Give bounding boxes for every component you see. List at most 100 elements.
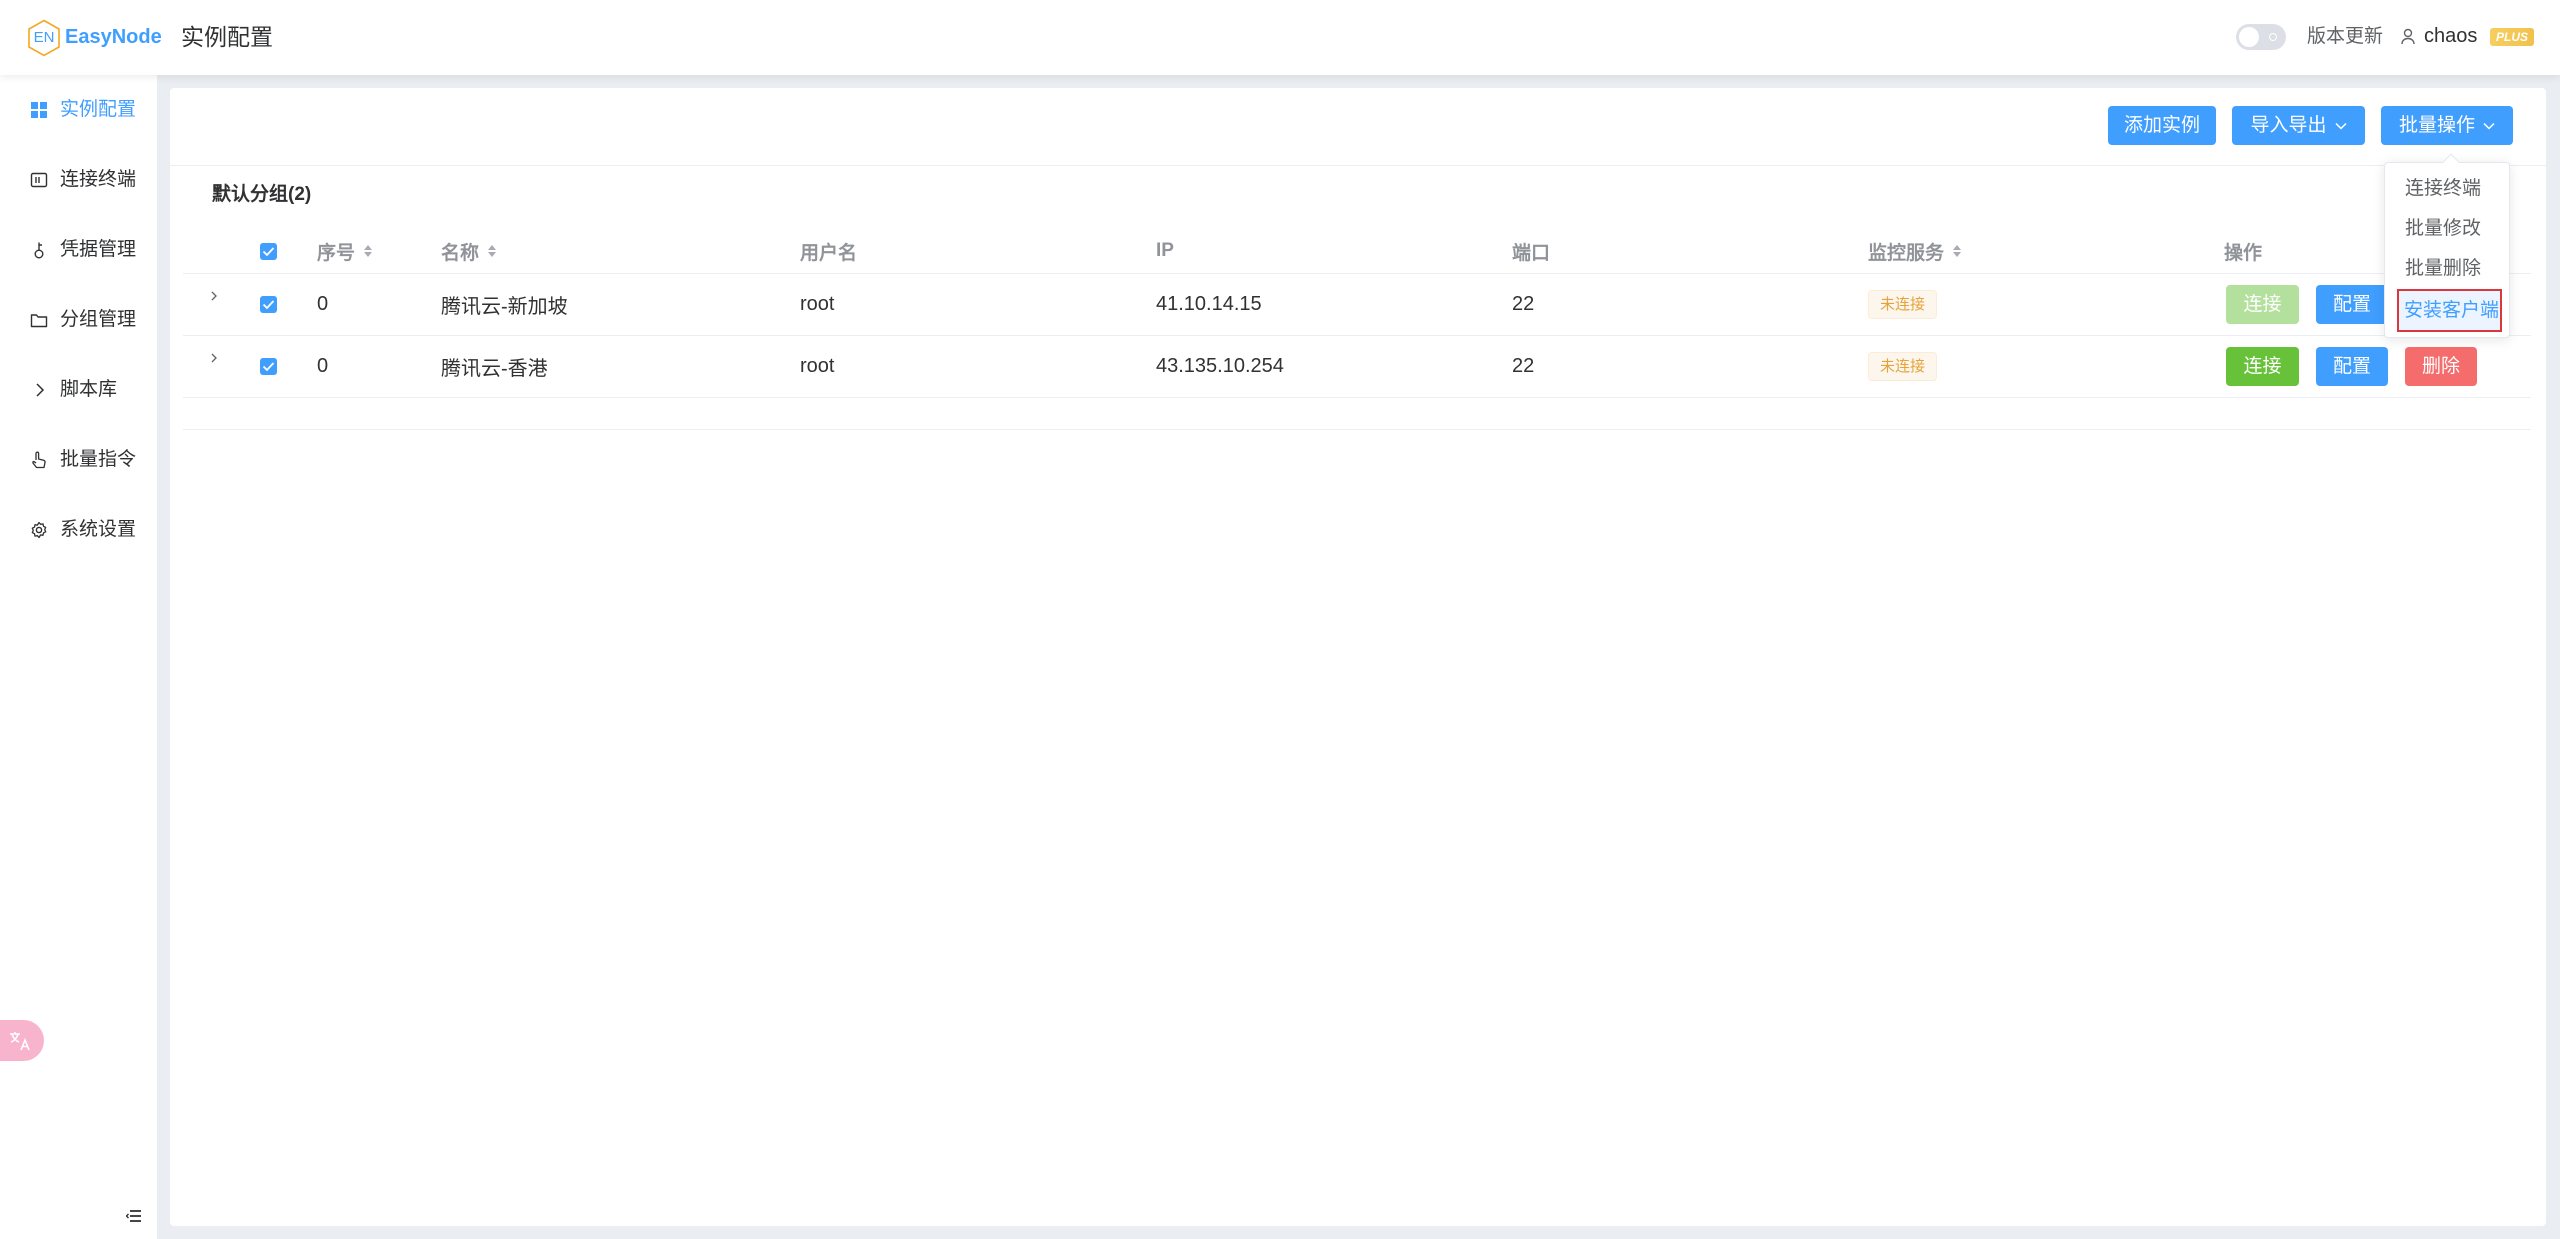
menu-item-connect-terminal[interactable]: 连接终端 — [2385, 169, 2509, 209]
table-header-row: 序号 名称 用户名 IP 端口 监控服务 操作 — [183, 229, 2531, 274]
dropdown-arrow — [2442, 153, 2460, 171]
column-header-name[interactable]: 名称 — [441, 229, 497, 273]
sort-icon[interactable] — [363, 244, 373, 258]
column-header-actions: 操作 — [2224, 229, 2262, 273]
row-username: root — [800, 355, 835, 377]
menu-collapse-icon[interactable] — [126, 1209, 142, 1223]
monitor-status-badge: 未连接 — [1868, 352, 1937, 381]
row-name: 腾讯云-新加坡 — [441, 296, 568, 318]
hand-pointer-icon — [32, 451, 46, 469]
column-label: 端口 — [1512, 242, 1551, 264]
batch-operations-label: 批量操作 — [2398, 115, 2475, 136]
config-button[interactable]: 配置 — [2316, 285, 2388, 324]
gear-icon — [31, 521, 47, 539]
select-all-checkbox[interactable] — [260, 242, 277, 260]
sidebar-item-groups[interactable]: 分组管理 — [0, 285, 157, 355]
moon-icon — [2269, 33, 2277, 41]
row-ip: 43.135.10.254 — [1156, 355, 1284, 377]
instance-table: 序号 名称 用户名 IP 端口 监控服务 操作 0 腾讯云-新加坡 root 4… — [183, 229, 2531, 430]
sidebar-item-label: 分组管理 — [60, 309, 137, 330]
toggle-knob — [2239, 27, 2259, 47]
page-title: 实例配置 — [181, 24, 273, 50]
row-port: 22 — [1512, 293, 1535, 315]
sidebar-item-terminal[interactable]: 连接终端 — [0, 145, 157, 215]
group-divider — [183, 429, 2531, 430]
sidebar-item-batch-commands[interactable]: 批量指令 — [0, 425, 157, 495]
expand-row-icon[interactable] — [209, 288, 219, 304]
sidebar-item-label: 连接终端 — [60, 169, 137, 190]
grid-icon — [31, 102, 47, 118]
sort-icon[interactable] — [1952, 244, 1962, 258]
import-export-button[interactable]: 导入导出 — [2232, 106, 2365, 145]
sidebar-item-credentials[interactable]: 凭据管理 — [0, 215, 157, 285]
row-checkbox[interactable] — [260, 296, 277, 313]
chevron-down-icon — [2334, 122, 2347, 130]
select-all-cell — [260, 229, 277, 273]
sidebar: 实例配置 连接终端 凭据管理 分组管理 脚本库 批量指令 系统设置 — [0, 75, 157, 1239]
checkmark-icon — [262, 362, 275, 372]
logo[interactable]: EN — [26, 19, 62, 57]
table-row: 0 腾讯云-香港 root 43.135.10.254 22 未连接 连接 配置… — [183, 336, 2531, 398]
theme-toggle[interactable] — [2236, 24, 2286, 50]
row-index: 0 — [317, 355, 329, 377]
monitor-status-badge: 未连接 — [1868, 290, 1937, 319]
column-label: 用户名 — [800, 242, 858, 264]
checkmark-icon — [262, 246, 275, 256]
sidebar-item-scripts[interactable]: 脚本库 — [0, 355, 157, 425]
column-label: 操作 — [2224, 242, 2263, 264]
menu-item-install-client[interactable]: 安装客户端 — [2397, 289, 2502, 332]
row-port: 22 — [1512, 355, 1535, 377]
column-label: IP — [1156, 240, 1174, 261]
sidebar-item-label: 系统设置 — [60, 519, 137, 540]
key-icon — [34, 242, 44, 259]
sidebar-item-settings[interactable]: 系统设置 — [0, 495, 157, 565]
column-header-monitor[interactable]: 监控服务 — [1868, 229, 1962, 273]
column-label: 名称 — [441, 242, 480, 264]
main-card: 添加实例 导入导出 批量操作 默认分组(2) 序号 名称 用户名 IP 端口 监… — [170, 88, 2546, 1226]
username[interactable]: chaos — [2424, 23, 2477, 49]
column-label: 监控服务 — [1868, 242, 1945, 264]
app-name[interactable]: EasyNode — [65, 24, 162, 50]
delete-button[interactable]: 删除 — [2405, 347, 2477, 386]
plus-badge[interactable]: PLUS — [2490, 28, 2534, 46]
menu-item-batch-edit[interactable]: 批量修改 — [2385, 209, 2509, 249]
menu-item-batch-delete[interactable]: 批量删除 — [2385, 249, 2509, 289]
row-checkbox[interactable] — [260, 358, 277, 375]
chevron-right-icon — [36, 383, 45, 397]
row-index: 0 — [317, 293, 329, 315]
group-title: 默认分组(2) — [212, 184, 312, 205]
column-header-port: 端口 — [1512, 229, 1550, 273]
row-username: root — [800, 293, 835, 315]
expand-row-icon[interactable] — [209, 350, 219, 366]
folder-icon — [30, 314, 48, 328]
connect-button[interactable]: 连接 — [2226, 347, 2299, 386]
column-header-index[interactable]: 序号 — [317, 229, 373, 273]
connect-button[interactable]: 连接 — [2226, 285, 2299, 324]
add-instance-label: 添加实例 — [2123, 115, 2200, 136]
row-name: 腾讯云-香港 — [441, 358, 548, 380]
top-header: EN EasyNode 实例配置 版本更新 chaos PLUS — [0, 0, 2560, 75]
column-header-username: 用户名 — [800, 229, 857, 273]
batch-operations-menu: 连接终端 批量修改 批量删除 安装客户端 — [2384, 153, 2510, 338]
translate-float-button[interactable] — [0, 1020, 44, 1061]
terminal-icon — [30, 172, 48, 188]
sidebar-item-label: 批量指令 — [60, 449, 137, 470]
logo-mark: EN — [33, 29, 55, 46]
batch-operations-button[interactable]: 批量操作 — [2381, 106, 2513, 145]
add-instance-button[interactable]: 添加实例 — [2108, 106, 2216, 145]
column-label: 序号 — [317, 242, 356, 264]
version-update-link[interactable]: 版本更新 — [2307, 24, 2383, 50]
sidebar-item-label: 脚本库 — [60, 379, 118, 400]
translate-icon — [10, 1032, 30, 1051]
checkmark-icon — [262, 300, 275, 310]
table-row: 0 腾讯云-新加坡 root 41.10.14.15 22 未连接 连接 配置 … — [183, 274, 2531, 336]
row-ip: 41.10.14.15 — [1156, 293, 1262, 315]
sort-icon[interactable] — [487, 244, 497, 258]
sidebar-item-instances[interactable]: 实例配置 — [0, 75, 157, 145]
toolbar-divider — [170, 165, 2546, 166]
sidebar-item-label: 实例配置 — [60, 99, 137, 120]
import-export-label: 导入导出 — [2250, 115, 2327, 136]
config-button[interactable]: 配置 — [2316, 347, 2388, 386]
user-icon — [2401, 28, 2415, 45]
column-header-ip: IP — [1156, 229, 1174, 273]
